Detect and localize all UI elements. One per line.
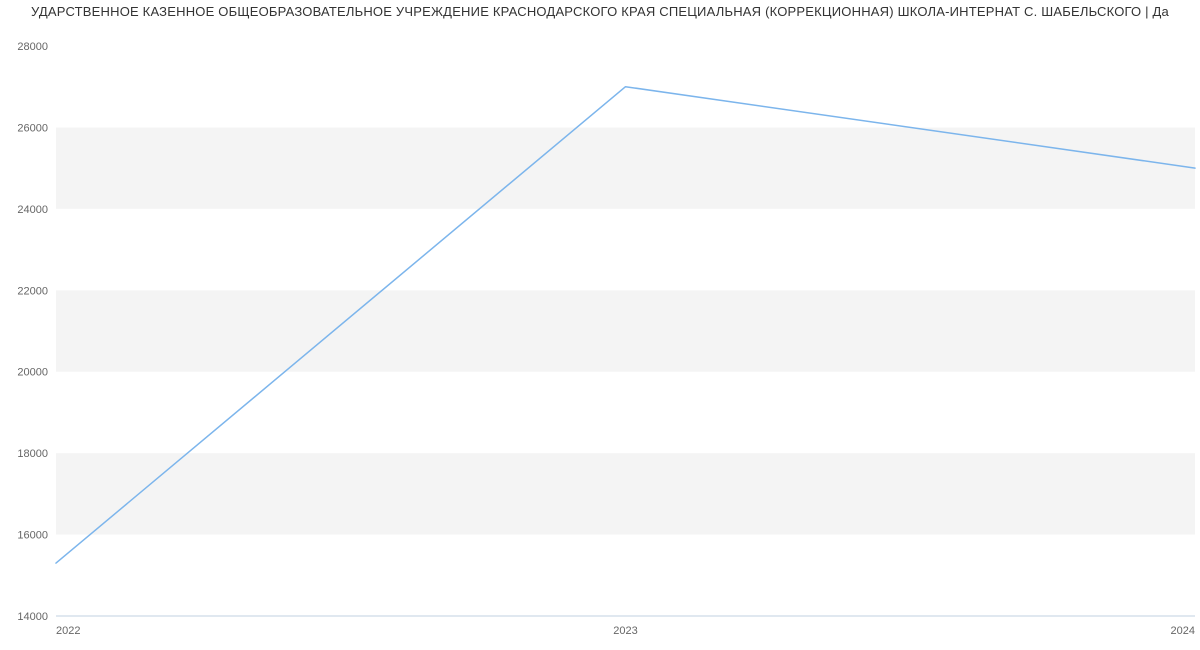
x-tick-label: 2022 xyxy=(56,625,80,637)
y-tick-label: 20000 xyxy=(17,367,48,379)
y-tick-label: 22000 xyxy=(17,285,48,297)
y-tick-label: 14000 xyxy=(17,611,48,623)
y-tick-label: 24000 xyxy=(17,204,48,216)
y-tick-label: 18000 xyxy=(17,448,48,460)
line-chart: 14000 16000 18000 20000 22000 24000 26000 28000… xyxy=(0,21,1200,641)
x-tick-label: 2023 xyxy=(613,625,637,637)
y-tick-label: 26000 xyxy=(17,122,48,134)
y-tick-label: 16000 xyxy=(17,530,48,542)
chart-container: 14000 16000 18000 20000 22000 24000 26000 28000… xyxy=(0,21,1200,641)
chart-title: УДАРСТВЕННОЕ КАЗЕННОЕ ОБЩЕОБРАЗОВАТЕЛЬНО… xyxy=(0,0,1200,21)
y-tick-label: 28000 xyxy=(17,41,48,53)
x-tick-label: 2024 xyxy=(1171,625,1195,637)
